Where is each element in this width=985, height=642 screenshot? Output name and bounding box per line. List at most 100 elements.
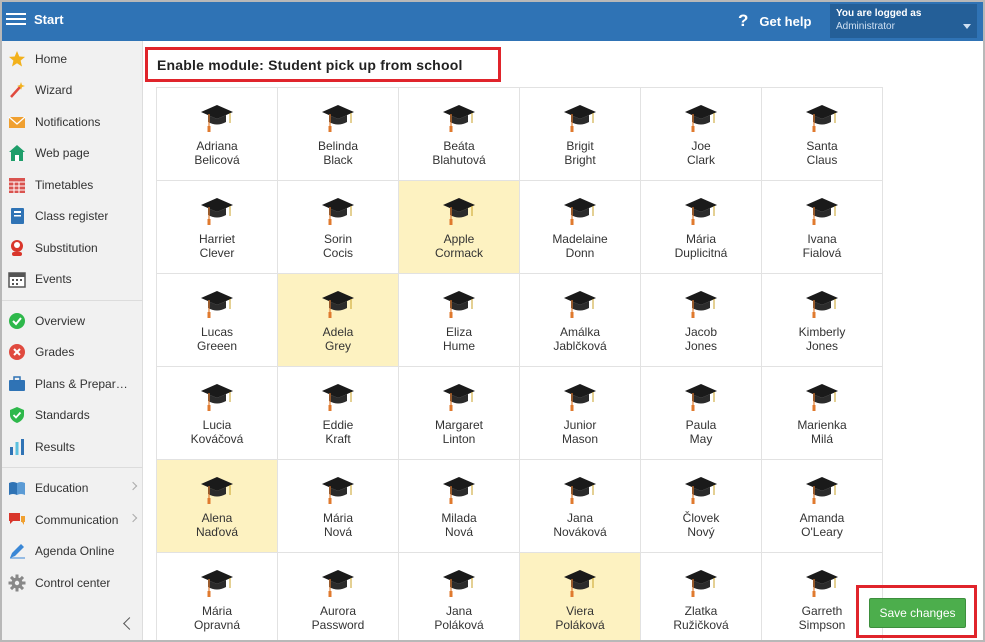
sidebar-item-class-register[interactable]: Class register [2,203,143,229]
student-tile[interactable]: Madelaine Donn [519,180,641,274]
sidebar-item-control-center[interactable]: Control center [2,570,143,596]
student-first-name: Amálka [559,325,600,339]
sidebar-item-grades[interactable]: Grades [2,339,143,365]
sidebar-item-wizard[interactable]: Wizard [2,77,143,103]
student-last-name: Naďová [195,525,239,539]
student-first-name: Adriana [196,139,238,153]
student-first-name: Sorin [323,232,352,246]
student-last-name: Black [323,153,353,167]
student-first-name: Jacob [684,325,718,339]
graduation-cap-icon [805,103,839,133]
sidebar-item-communication[interactable]: Communication [2,507,143,533]
student-tile[interactable]: Jana Poláková [398,552,520,640]
sidebar-item-home[interactable]: Home [2,46,143,72]
sidebar-item-label: Standards [35,408,90,422]
sidebar-item-standards[interactable]: Standards [2,402,143,428]
student-tile[interactable]: Harriet Clever [156,180,278,274]
student-tile[interactable]: Amanda O'Leary [761,459,883,553]
sidebar-item-web-page[interactable]: Web page [2,140,143,166]
sidebar-item-notifications[interactable]: Notifications [2,109,143,135]
student-tile[interactable]: Aurora Password [277,552,399,640]
hamburger-menu-icon[interactable] [6,10,26,30]
student-tile[interactable]: Brigit Bright [519,87,641,181]
student-tile[interactable]: Apple Cormack [398,180,520,274]
sidebar-item-overview[interactable]: Overview [2,308,143,334]
save-changes-button[interactable]: Save changes [869,598,966,628]
student-tile[interactable]: Ivana Fialová [761,180,883,274]
graduation-cap-icon [200,568,234,598]
student-tile[interactable]: Lucas Greeen [156,273,278,367]
sidebar-item-education[interactable]: Education [2,475,143,501]
sidebar-item-label: Plans & Prepar… [35,377,128,391]
sidebar-item-plans-prepar[interactable]: Plans & Prepar… [2,371,143,397]
student-tile[interactable]: Zlatka Ružičková [640,552,762,640]
top-bar: Start ? Get help You are logged as Admin… [2,2,983,41]
student-tile[interactable]: Alena Naďová [156,459,278,553]
student-tile[interactable]: Santa Claus [761,87,883,181]
graduation-cap-icon [442,382,476,412]
student-tile[interactable]: Joe Clark [640,87,762,181]
student-tile[interactable]: Jacob Jones [640,273,762,367]
student-grid: Adriana Belicová Belinda Black Beáta Blahut… [156,87,883,640]
student-first-name: Jana [445,604,473,618]
student-tile[interactable]: Margaret Linton [398,366,520,460]
chevron-right-icon [128,481,138,491]
student-first-name: Ivana [807,232,837,246]
student-tile[interactable]: Milada Nová [398,459,520,553]
student-tile[interactable]: Človek Nový [640,459,762,553]
student-first-name: Kimberly [798,325,846,339]
student-tile[interactable]: Mária Opravná [156,552,278,640]
student-tile[interactable]: Adela Grey [277,273,399,367]
sidebar-item-label: Agenda Online [35,544,115,558]
student-tile[interactable]: Marienka Milá [761,366,883,460]
star-icon [8,50,26,68]
bar-chart-icon [8,438,26,456]
student-tile[interactable]: Mária Nová [277,459,399,553]
student-tile[interactable]: Adriana Belicová [156,87,278,181]
student-first-name: Jana [566,511,594,525]
student-first-name: Santa [806,139,838,153]
graduation-cap-icon [321,103,355,133]
student-tile[interactable]: Mária Duplicitná [640,180,762,274]
student-last-name: Duplicitná [674,246,728,260]
sidebar-item-results[interactable]: Results [2,434,143,460]
student-tile[interactable]: Beáta Blahutová [398,87,520,181]
student-tile[interactable]: Lucia Kováčová [156,366,278,460]
register-book-icon [8,207,26,225]
sidebar-item-substitution[interactable]: Substitution [2,235,143,261]
person-icon [8,239,26,257]
student-tile[interactable]: Jana Nováková [519,459,641,553]
sidebar-item-label: Substitution [35,241,98,255]
collapse-sidebar-icon[interactable] [122,616,134,630]
student-tile[interactable]: Viera Poláková [519,552,641,640]
get-help-button[interactable]: ? Get help [738,9,811,33]
calendar-grid-icon [8,176,26,194]
sidebar-item-agenda-online[interactable]: Agenda Online [2,538,143,564]
student-first-name: Lucia [202,418,232,432]
student-last-name: Jones [684,339,718,353]
graduation-cap-icon [321,475,355,505]
student-tile[interactable]: Paula May [640,366,762,460]
user-account-dropdown[interactable]: You are logged as Administrator [830,4,977,38]
student-tile[interactable]: Sorin Cocis [277,180,399,274]
student-tile[interactable]: Eliza Hume [398,273,520,367]
sidebar-item-events[interactable]: Events [2,266,143,292]
student-last-name: Nováková [553,525,607,539]
graduation-cap-icon [563,103,597,133]
student-tile[interactable]: Belinda Black [277,87,399,181]
student-first-name: Mária [685,232,716,246]
student-tile[interactable]: Eddie Kraft [277,366,399,460]
student-tile[interactable]: Amálka Jablčková [519,273,641,367]
student-last-name: Grey [324,339,351,353]
pen-icon [8,542,26,560]
sidebar-item-timetables[interactable]: Timetables [2,172,143,198]
student-tile[interactable]: Junior Mason [519,366,641,460]
student-last-name: Opravná [193,618,241,632]
graduation-cap-icon [563,382,597,412]
shield-check-icon [8,406,26,424]
student-tile[interactable]: Kimberly Jones [761,273,883,367]
student-last-name: Bright [564,153,596,167]
graduation-cap-icon [321,382,355,412]
student-first-name: Aurora [319,604,357,618]
student-last-name: Poláková [555,618,605,632]
